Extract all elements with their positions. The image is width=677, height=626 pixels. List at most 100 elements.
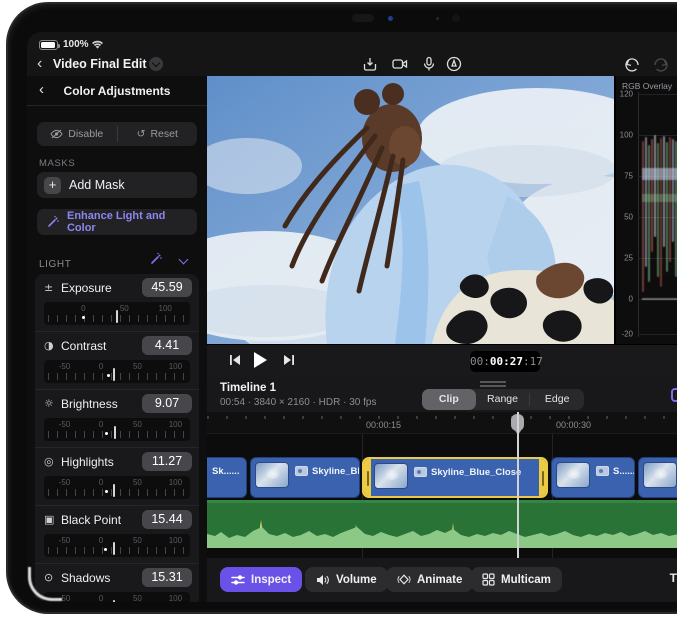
tick-marks: [48, 547, 186, 554]
mode-edge[interactable]: Edge: [530, 389, 584, 410]
highlights-row: ◎ Highlights 11.27 -50 0 50 100: [35, 448, 199, 506]
clip-partial-right[interactable]: [638, 457, 677, 498]
exposure-slider[interactable]: 0 50 100: [44, 302, 190, 325]
color-adjustments-panel: ‹ Color Adjustments Disable ↺ Reset MASK…: [27, 76, 207, 602]
multicam-button[interactable]: Multicam: [471, 567, 562, 592]
light-wand-icon[interactable]: [149, 252, 163, 266]
brightness-slider[interactable]: -50 0 50 100: [44, 418, 190, 441]
timecode-hours: 00:: [470, 355, 490, 368]
tick-label: -50: [59, 536, 71, 545]
mode-clip[interactable]: Clip: [422, 389, 476, 410]
playhead-line[interactable]: [517, 412, 519, 558]
contrast-icon: ◑: [44, 339, 54, 352]
timeline-body[interactable]: 00:00:15 00:00:30 Sk...... Skyline_Blue_…: [207, 412, 677, 558]
trim-handle-left[interactable]: [364, 459, 371, 496]
slider-caret[interactable]: [116, 310, 118, 323]
slider-caret[interactable]: [113, 484, 115, 497]
inspect-button[interactable]: Inspect: [220, 567, 302, 592]
volume-button[interactable]: Volume: [305, 567, 388, 592]
timecode-display[interactable]: 00:00:27:17: [470, 351, 540, 372]
import-button[interactable]: [361, 55, 381, 75]
tick-label: -50: [59, 594, 71, 602]
timeline-drag-handle[interactable]: [480, 381, 506, 387]
tick-label: 0: [99, 536, 103, 545]
clip-s-truncated[interactable]: S......: [551, 457, 635, 498]
edit-mode-segmented-control: Clip Range Edge: [422, 389, 584, 410]
tick-label: 0: [81, 304, 85, 313]
clip-skyline-blue-wide[interactable]: Skyline_Blue_Wide: [250, 457, 360, 498]
clip-thumbnail: [556, 462, 590, 488]
audio-waveform: [207, 500, 677, 548]
light-label: LIGHT: [39, 259, 71, 270]
panel-title: Color Adjustments: [27, 84, 207, 98]
black-point-slider[interactable]: -50 0 50 100: [44, 534, 190, 557]
microphone-button[interactable]: [420, 55, 440, 75]
mode-range[interactable]: Range: [476, 389, 530, 410]
clip-skyline-partial[interactable]: Sk......: [207, 457, 247, 498]
brightness-value[interactable]: 9.07: [142, 394, 192, 413]
highlights-slider[interactable]: -50 0 50 100: [44, 476, 190, 499]
clip-thumbnail: [255, 462, 289, 488]
animate-button[interactable]: Animate: [386, 567, 473, 592]
reset-label: Reset: [150, 128, 177, 140]
slider-caret[interactable]: [113, 368, 115, 381]
timeline-ruler[interactable]: 00:00:15 00:00:30: [207, 412, 677, 434]
main-area: RGB Overlay 120 100 75 50 25 0 -20: [207, 76, 677, 602]
slider-caret[interactable]: [113, 542, 115, 555]
slider-origin-dot: [107, 374, 110, 377]
black-point-icon: ▣: [44, 513, 54, 526]
disable-reset-group: Disable ↺ Reset: [37, 122, 197, 146]
timecode-frames: :17: [523, 355, 543, 368]
shadows-slider[interactable]: -50 0 50 100: [44, 592, 190, 602]
audio-track[interactable]: [207, 500, 677, 548]
next-frame-button[interactable]: [282, 353, 296, 367]
tick-label: 0: [99, 420, 103, 429]
play-button[interactable]: [251, 350, 269, 370]
contrast-slider[interactable]: -50 0 50 100: [44, 360, 190, 383]
tick-label: 50: [120, 304, 129, 313]
add-mask-button[interactable]: + Add Mask: [37, 172, 197, 198]
slider-caret[interactable]: [113, 600, 115, 602]
exposure-value[interactable]: 45.59: [142, 278, 192, 297]
black-point-label: Black Point: [61, 513, 121, 527]
ruler-label-30s: 00:00:30: [556, 420, 591, 430]
panel-header: ‹ Color Adjustments: [27, 76, 207, 106]
clip-label: Skyline_Blue_Wide: [312, 466, 360, 477]
black-point-value[interactable]: 15.44: [142, 510, 192, 529]
enhance-light-color-button[interactable]: Enhance Light and Color: [37, 209, 197, 235]
undo-button[interactable]: [623, 55, 643, 75]
tick-label: 50: [133, 362, 142, 371]
masks-section-label: MASKS: [39, 158, 75, 169]
tick-label: 50: [133, 478, 142, 487]
pencil-draw-button[interactable]: [445, 55, 465, 75]
clip-skyline-blue-close-selected[interactable]: Skyline_Blue_Close: [362, 457, 548, 498]
trim-handle-right[interactable]: [539, 459, 546, 496]
volume-label: Volume: [336, 574, 377, 586]
project-title[interactable]: Video Final Edit: [53, 57, 147, 71]
video-preview[interactable]: [207, 76, 614, 344]
status-bar: 100%: [27, 32, 677, 56]
previous-frame-button[interactable]: [228, 353, 242, 367]
disable-button[interactable]: Disable: [37, 122, 117, 146]
partial-clipped-button[interactable]: [671, 388, 677, 402]
project-menu-button[interactable]: [149, 57, 163, 71]
back-chevron-icon[interactable]: ‹: [37, 54, 42, 74]
light-collapse-chevron-icon[interactable]: [179, 255, 189, 265]
black-point-row: ▣ Black Point 15.44 -50 0 50 100: [35, 506, 199, 564]
slider-caret[interactable]: [114, 426, 116, 439]
tick-marks: [48, 431, 186, 438]
contrast-value[interactable]: 4.41: [142, 336, 192, 355]
reset-icon: ↺: [137, 128, 146, 140]
exposure-icon: ±: [44, 281, 53, 294]
contrast-label: Contrast: [61, 339, 106, 353]
highlights-value[interactable]: 11.27: [142, 452, 192, 471]
timeline-name[interactable]: Timeline 1: [220, 382, 276, 394]
camera-button[interactable]: [391, 55, 411, 75]
disable-label: Disable: [68, 128, 103, 140]
reset-button[interactable]: ↺ Reset: [118, 122, 198, 146]
light-section-header[interactable]: LIGHT: [39, 254, 195, 270]
redo-button[interactable]: [652, 55, 672, 75]
shadows-value[interactable]: 15.31: [142, 568, 192, 587]
highlights-icon: ◎: [44, 455, 54, 468]
add-mask-label: Add Mask: [69, 178, 125, 192]
